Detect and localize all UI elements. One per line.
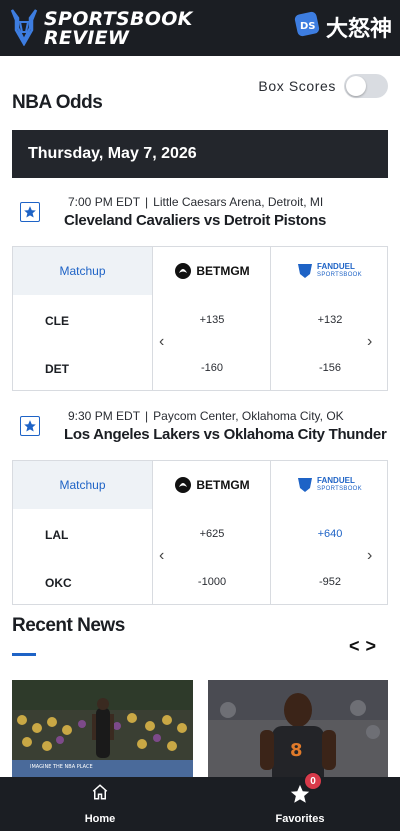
brand-name: SPORTSBOOK REVIEW <box>44 7 193 49</box>
odds-cell[interactable]: -160 <box>153 362 271 374</box>
home-icon <box>91 783 109 806</box>
game-venue: Paycom Center, Oklahoma City, OK <box>153 409 344 423</box>
favorites-count-badge: 0 <box>304 772 322 790</box>
basketball-player-arena-photo: IMAGINE THE NBA PLACE <box>12 680 193 780</box>
team-abbr: DET <box>45 362 69 376</box>
knicks-player-number-8-photo: 8 <box>208 680 388 780</box>
lion-icon <box>175 263 192 279</box>
matchup-title[interactable]: Cleveland Cavaliers vs Detroit Pistons <box>64 212 326 229</box>
chevron-right-icon[interactable]: › <box>367 547 372 565</box>
matchup-column-header[interactable]: Matchup <box>13 247 152 295</box>
partner-logo[interactable]: DS 大怒神 <box>294 10 392 43</box>
box-scores-control: Box Scores <box>258 74 388 98</box>
news-carousel-controls: <> <box>349 636 382 657</box>
nav-favorites[interactable]: Favorites <box>240 777 360 831</box>
bottom-navigation: Home Favorites <box>0 777 400 831</box>
brand-line-2: REVIEW <box>44 26 130 49</box>
meta-separator: | <box>145 409 149 423</box>
brand-line-1: SPORTSBOOK <box>44 7 193 30</box>
favorite-star-icon[interactable] <box>20 202 40 222</box>
box-scores-toggle[interactable] <box>344 74 388 98</box>
nav-home-label: Home <box>84 813 116 825</box>
odds-cell[interactable]: +135 <box>153 314 271 326</box>
lion-icon <box>175 477 192 493</box>
page-title: NBA Odds <box>12 92 103 113</box>
banner-caption: IMAGINE THE NBA PLACE <box>30 764 93 770</box>
news-title-underline <box>12 653 36 656</box>
odds-cell[interactable]: +132 <box>271 314 389 326</box>
fanduel-logo[interactable]: FANDUEL SPORTSBOOK <box>271 247 387 295</box>
game-time: 9:30 PM EDT <box>68 409 141 423</box>
carousel-prev-icon[interactable]: < <box>349 636 366 656</box>
partner-name: 大怒神 <box>325 16 392 42</box>
game-meta: 7:00 PM EDT | Little Caesars Arena, Detroi… <box>68 195 323 209</box>
odds-cell[interactable]: -952 <box>271 576 389 588</box>
chevron-left-icon[interactable]: ‹ <box>159 547 164 565</box>
odds-table: Matchup BETMGM FANDUEL SPORTSBOOK CLE DET… <box>12 246 388 391</box>
fanduel-shield-icon <box>298 264 313 278</box>
odds-cell[interactable]: -156 <box>271 362 389 374</box>
svg-text:DS: DS <box>300 21 316 32</box>
news-card[interactable]: 8 <box>208 680 388 780</box>
matchup-title[interactable]: Los Angeles Lakers vs Oklahoma City Thun… <box>64 426 387 443</box>
fanduel-shield-icon <box>298 478 313 492</box>
news-card[interactable]: IMAGINE THE NBA PLACE <box>12 680 193 780</box>
betmgm-label: BETMGM <box>196 478 250 492</box>
odds-cell-best[interactable]: +640 <box>271 528 389 540</box>
fanduel-logo[interactable]: FANDUEL SPORTSBOOK <box>271 461 387 509</box>
nav-favorites-label: Favorites <box>275 813 325 825</box>
meta-separator: | <box>145 195 149 209</box>
bull-icon <box>8 6 40 51</box>
matchup-column-header[interactable]: Matchup <box>13 461 152 509</box>
ds-dice-icon: DS <box>294 10 324 43</box>
game-time: 7:00 PM EDT <box>68 195 141 209</box>
top-header: SPORTSBOOK REVIEW DS 大怒神 <box>0 0 400 56</box>
nav-home[interactable]: Home <box>40 777 160 831</box>
game-meta: 9:30 PM EDT | Paycom Center, Oklahoma City… <box>68 409 344 423</box>
date-header: Thursday, May 7, 2026 <box>12 130 388 178</box>
odds-table: Matchup BETMGM FANDUEL SPORTSBOOK LAL OKC… <box>12 460 388 605</box>
odds-cell[interactable]: +625 <box>153 528 271 540</box>
betmgm-logo[interactable]: BETMGM <box>153 247 270 295</box>
box-scores-label: Box Scores <box>258 78 336 94</box>
sportsbook-review-logo[interactable]: SPORTSBOOK REVIEW <box>8 6 193 51</box>
team-abbr: OKC <box>45 576 72 590</box>
chevron-left-icon[interactable]: ‹ <box>159 333 164 351</box>
odds-cell[interactable]: -1000 <box>153 576 271 588</box>
chevron-right-icon[interactable]: › <box>367 333 372 351</box>
team-abbr: CLE <box>45 314 69 328</box>
toggle-knob <box>346 76 366 96</box>
betmgm-logo[interactable]: BETMGM <box>153 461 270 509</box>
betmgm-label: BETMGM <box>196 264 250 278</box>
favorite-star-icon[interactable] <box>20 416 40 436</box>
carousel-next-icon[interactable]: > <box>365 636 382 656</box>
game-venue: Little Caesars Arena, Detroit, MI <box>153 195 324 209</box>
svg-text:8: 8 <box>290 740 303 761</box>
recent-news-title: Recent News <box>12 615 125 636</box>
team-abbr: LAL <box>45 528 69 542</box>
